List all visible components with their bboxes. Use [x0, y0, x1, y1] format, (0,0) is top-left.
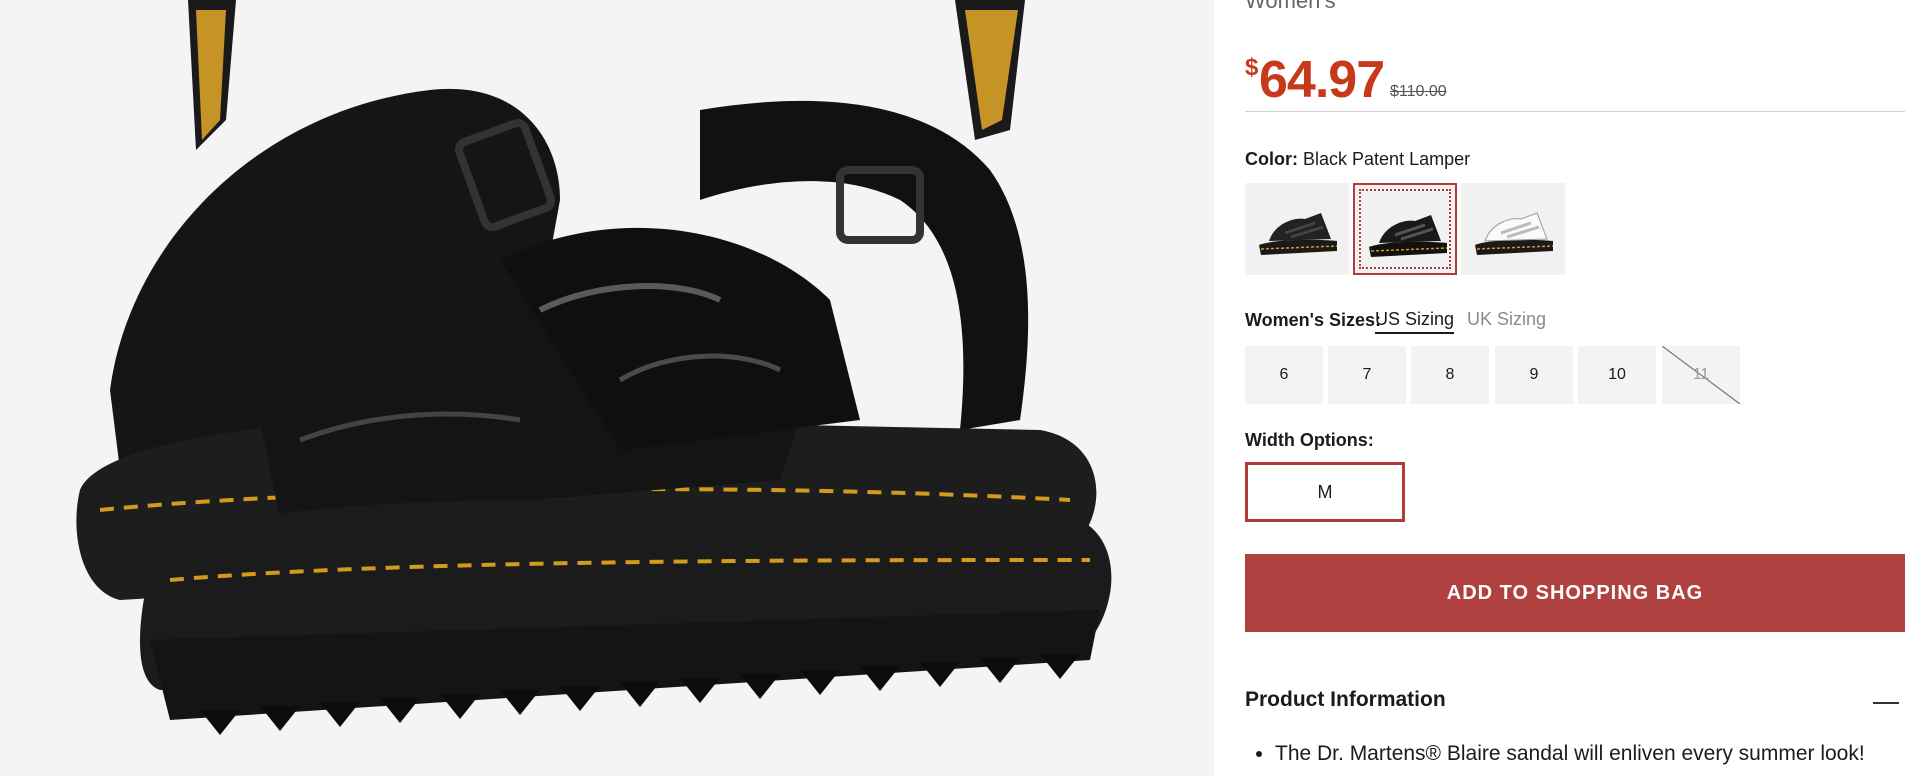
swatch-black-patent-lamper[interactable] — [1353, 183, 1457, 275]
product-info-list: The Dr. Martens® Blaire sandal will enli… — [1245, 742, 1865, 766]
size-option-6[interactable]: 6 — [1245, 346, 1323, 404]
product-category: Women's — [1245, 0, 1336, 13]
color-label: Color: Black Patent Lamper — [1245, 149, 1470, 170]
minus-icon — [1873, 702, 1899, 704]
width-label: Width Options: — [1245, 430, 1374, 450]
sandal-illustration — [76, 0, 1112, 735]
width-option-m[interactable]: M — [1245, 462, 1405, 522]
product-image[interactable] — [0, 0, 1214, 776]
price-currency: $ — [1245, 54, 1259, 81]
sandal-thumbnail-icon — [1369, 215, 1448, 257]
sandal-thumbnail-icon — [1475, 212, 1554, 255]
size-option-11-unavailable[interactable]: 11 — [1662, 346, 1740, 404]
swatch-black[interactable] — [1245, 183, 1349, 275]
swatch-white[interactable] — [1461, 183, 1565, 275]
product-information-toggle[interactable]: Product Information — [1245, 688, 1905, 718]
color-label-title: Color: — [1245, 149, 1298, 169]
original-price: $110.00 — [1390, 83, 1447, 100]
size-option-8[interactable]: 8 — [1411, 346, 1489, 404]
size-option-9[interactable]: 9 — [1495, 346, 1573, 404]
sale-price: 64.97 — [1259, 51, 1385, 109]
size-option-7[interactable]: 7 — [1328, 346, 1406, 404]
product-info-panel: Women's $ 64.97 $110.00 Color: Black Pat… — [1245, 0, 1905, 776]
add-to-bag-button[interactable]: ADD TO SHOPPING BAG — [1245, 554, 1905, 632]
tab-us-sizing[interactable]: US Sizing — [1375, 309, 1455, 334]
product-information-title: Product Information — [1245, 688, 1446, 711]
sizes-label: Women's Sizes: — [1245, 310, 1381, 330]
color-value: Black Patent Lamper — [1303, 149, 1471, 169]
price-divider — [1245, 111, 1905, 112]
size-option-10[interactable]: 10 — [1578, 346, 1656, 404]
list-item: The Dr. Martens® Blaire sandal will enli… — [1275, 742, 1865, 766]
tab-uk-sizing[interactable]: UK Sizing — [1467, 309, 1546, 330]
sandal-thumbnail-icon — [1259, 213, 1338, 255]
size-option-11-label: 11 — [1692, 366, 1710, 383]
